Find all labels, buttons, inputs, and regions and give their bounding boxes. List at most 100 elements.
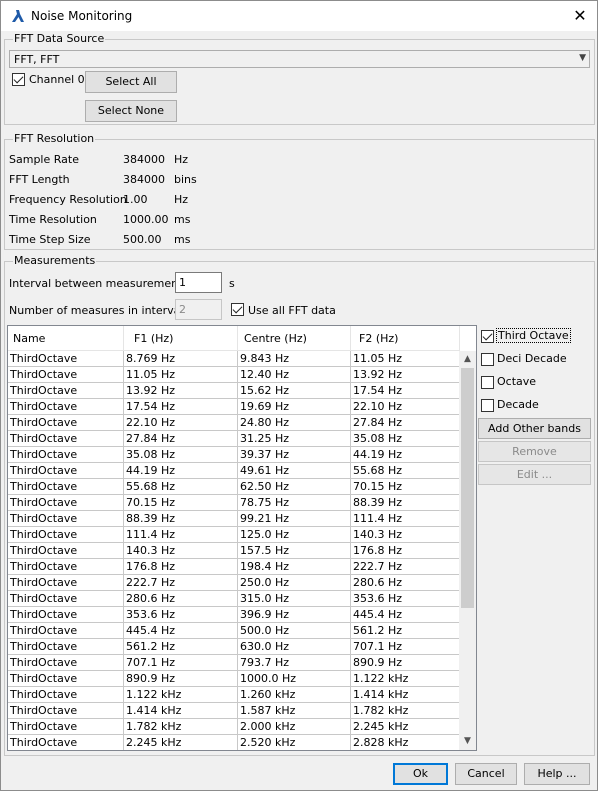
table-row[interactable]: ThirdOctave 44.19 Hz 49.61 Hz 55.68 Hz (8, 463, 460, 479)
cell-f2: 111.4 Hz (351, 511, 460, 527)
add-other-bands-button[interactable]: Add Other bands (478, 418, 591, 439)
third-octave-checkbox[interactable] (481, 330, 494, 343)
time-resolution-unit: ms (174, 213, 191, 226)
column-header-f2[interactable]: F2 (Hz) (351, 326, 460, 351)
table-row[interactable]: ThirdOctave 445.4 Hz 500.0 Hz 561.2 Hz (8, 623, 460, 639)
column-header-f1[interactable]: F1 (Hz) (124, 326, 238, 351)
table-scrollbar[interactable]: ▲ ▼ (459, 351, 476, 750)
table-row[interactable]: ThirdOctave 8.769 Hz 9.843 Hz 11.05 Hz (8, 351, 460, 367)
channel-0-checkbox[interactable] (12, 73, 25, 86)
table-row[interactable]: ThirdOctave 561.2 Hz 630.0 Hz 707.1 Hz (8, 639, 460, 655)
cell-f1: 44.19 Hz (124, 463, 238, 479)
table-row[interactable]: ThirdOctave 890.9 Hz 1000.0 Hz 1.122 kHz (8, 671, 460, 687)
cell-name: ThirdOctave (8, 623, 124, 639)
cell-centre: 12.40 Hz (238, 367, 351, 383)
cell-f2: 561.2 Hz (351, 623, 460, 639)
help-button[interactable]: Help ... (524, 763, 590, 785)
table-row[interactable]: ThirdOctave 707.1 Hz 793.7 Hz 890.9 Hz (8, 655, 460, 671)
cell-f2: 176.8 Hz (351, 543, 460, 559)
ok-button[interactable]: Ok (393, 763, 448, 785)
table-row[interactable]: ThirdOctave 280.6 Hz 315.0 Hz 353.6 Hz (8, 591, 460, 607)
fft-source-value: FFT, FFT (14, 53, 60, 66)
cell-name: ThirdOctave (8, 735, 124, 750)
cell-centre: 31.25 Hz (238, 431, 351, 447)
cell-name: ThirdOctave (8, 607, 124, 623)
table-row[interactable]: ThirdOctave 222.7 Hz 250.0 Hz 280.6 Hz (8, 575, 460, 591)
cancel-button[interactable]: Cancel (455, 763, 517, 785)
bands-table[interactable]: Name F1 (Hz) Centre (Hz) F2 (Hz) ThirdOc… (7, 325, 477, 751)
column-header-name[interactable]: Name (8, 326, 124, 351)
cell-centre: 250.0 Hz (238, 575, 351, 591)
sample-rate-unit: Hz (174, 153, 189, 166)
cell-f1: 890.9 Hz (124, 671, 238, 687)
table-row[interactable]: ThirdOctave 88.39 Hz 99.21 Hz 111.4 Hz (8, 511, 460, 527)
num-measures-input[interactable] (175, 299, 222, 320)
interval-input[interactable] (175, 272, 222, 293)
cell-centre: 125.0 Hz (238, 527, 351, 543)
cell-f1: 17.54 Hz (124, 399, 238, 415)
close-button[interactable]: ✕ (563, 1, 597, 31)
remove-button[interactable]: Remove (478, 441, 591, 462)
octave-label: Octave (497, 375, 537, 388)
table-body: ThirdOctave 8.769 Hz 9.843 Hz 11.05 Hz Third… (8, 351, 460, 750)
scroll-up-icon[interactable]: ▲ (459, 351, 476, 368)
select-all-button[interactable]: Select All (85, 71, 177, 93)
fft-source-combo[interactable]: FFT, FFT ▼ (9, 50, 590, 68)
cell-name: ThirdOctave (8, 559, 124, 575)
cell-name: ThirdOctave (8, 511, 124, 527)
octave-checkbox[interactable] (481, 376, 494, 389)
table-row[interactable]: ThirdOctave 27.84 Hz 31.25 Hz 35.08 Hz (8, 431, 460, 447)
time-resolution-value: 1000.00 (123, 213, 169, 226)
table-row[interactable]: ThirdOctave 22.10 Hz 24.80 Hz 27.84 Hz (8, 415, 460, 431)
cell-name: ThirdOctave (8, 575, 124, 591)
table-row[interactable]: ThirdOctave 176.8 Hz 198.4 Hz 222.7 Hz (8, 559, 460, 575)
cell-name: ThirdOctave (8, 415, 124, 431)
table-row[interactable]: ThirdOctave 17.54 Hz 19.69 Hz 22.10 Hz (8, 399, 460, 415)
cell-f1: 35.08 Hz (124, 447, 238, 463)
decade-checkbox[interactable] (481, 399, 494, 412)
cell-centre: 1.587 kHz (238, 703, 351, 719)
scroll-thumb[interactable] (461, 368, 474, 608)
table-row[interactable]: ThirdOctave 11.05 Hz 12.40 Hz 13.92 Hz (8, 367, 460, 383)
cell-f1: 22.10 Hz (124, 415, 238, 431)
edit-button[interactable]: Edit ... (478, 464, 591, 485)
cell-f2: 890.9 Hz (351, 655, 460, 671)
third-octave-label: Third Octave (496, 328, 571, 343)
cell-f2: 1.414 kHz (351, 687, 460, 703)
table-row[interactable]: ThirdOctave 55.68 Hz 62.50 Hz 70.15 Hz (8, 479, 460, 495)
cell-centre: 2.520 kHz (238, 735, 351, 750)
column-header-centre[interactable]: Centre (Hz) (238, 326, 351, 351)
cell-f1: 88.39 Hz (124, 511, 238, 527)
cell-f2: 1.782 kHz (351, 703, 460, 719)
cell-centre: 9.843 Hz (238, 351, 351, 367)
scroll-down-icon[interactable]: ▼ (459, 733, 476, 750)
cell-name: ThirdOctave (8, 479, 124, 495)
table-row[interactable]: ThirdOctave 1.782 kHz 2.000 kHz 2.245 kHz (8, 719, 460, 735)
cell-name: ThirdOctave (8, 719, 124, 735)
cell-centre: 157.5 Hz (238, 543, 351, 559)
table-row[interactable]: ThirdOctave 2.245 kHz 2.520 kHz 2.828 kHz (8, 735, 460, 750)
table-row[interactable]: ThirdOctave 111.4 Hz 125.0 Hz 140.3 Hz (8, 527, 460, 543)
table-row[interactable]: ThirdOctave 13.92 Hz 15.62 Hz 17.54 Hz (8, 383, 460, 399)
use-all-fft-checkbox[interactable] (231, 303, 244, 316)
table-row[interactable]: ThirdOctave 1.414 kHz 1.587 kHz 1.782 kHz (8, 703, 460, 719)
cell-centre: 1.260 kHz (238, 687, 351, 703)
deci-decade-checkbox[interactable] (481, 353, 494, 366)
cell-name: ThirdOctave (8, 591, 124, 607)
deci-decade-label: Deci Decade (497, 352, 567, 365)
cell-name: ThirdOctave (8, 367, 124, 383)
table-row[interactable]: ThirdOctave 35.08 Hz 39.37 Hz 44.19 Hz (8, 447, 460, 463)
table-row[interactable]: ThirdOctave 353.6 Hz 396.9 Hz 445.4 Hz (8, 607, 460, 623)
time-step-size-value: 500.00 (123, 233, 162, 246)
cell-f2: 55.68 Hz (351, 463, 460, 479)
cell-f1: 27.84 Hz (124, 431, 238, 447)
select-none-button[interactable]: Select None (85, 100, 177, 122)
table-row[interactable]: ThirdOctave 1.122 kHz 1.260 kHz 1.414 kHz (8, 687, 460, 703)
table-row[interactable]: ThirdOctave 140.3 Hz 157.5 Hz 176.8 Hz (8, 543, 460, 559)
fft-resolution-label: FFT Resolution (13, 132, 96, 146)
cell-centre: 15.62 Hz (238, 383, 351, 399)
cell-centre: 49.61 Hz (238, 463, 351, 479)
table-row[interactable]: ThirdOctave 70.15 Hz 78.75 Hz 88.39 Hz (8, 495, 460, 511)
cell-name: ThirdOctave (8, 351, 124, 367)
cell-name: ThirdOctave (8, 399, 124, 415)
